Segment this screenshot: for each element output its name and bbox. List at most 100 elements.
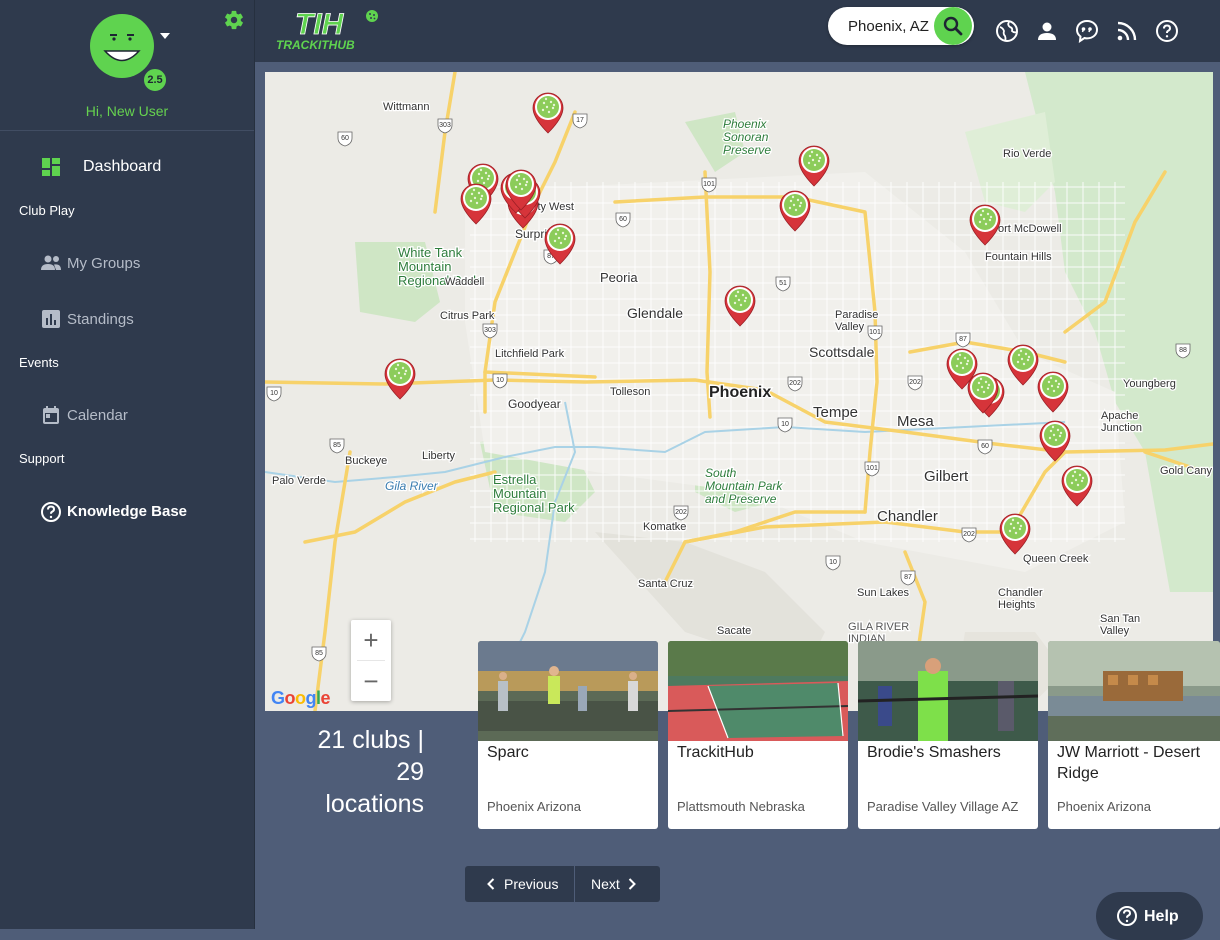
highway-shield: 101 (701, 177, 717, 193)
globe-icon[interactable] (995, 19, 1019, 43)
highway-shield: 87 (900, 570, 916, 586)
map-label-tolleson: Tolleson (610, 386, 650, 398)
highway-shield: 10 (492, 373, 508, 389)
section-heading-events: Events (19, 355, 59, 370)
club-summary: 21 clubs | 29 locations (300, 724, 424, 820)
svg-text:101: 101 (866, 465, 878, 472)
svg-text:303: 303 (484, 327, 496, 334)
rss-icon[interactable] (1115, 19, 1139, 43)
club-name: JW Marriott - Desert Ridge (1057, 744, 1201, 782)
google-logo-letter: e (320, 688, 331, 708)
question-circle-icon (41, 502, 61, 522)
location-search-input[interactable] (848, 16, 938, 36)
svg-text:51: 51 (779, 280, 787, 287)
highway-shield: 88 (1175, 343, 1191, 359)
highway-shield: 10 (825, 555, 841, 571)
help-circle-icon[interactable] (1155, 19, 1179, 43)
sidebar-item-label: My Groups (67, 255, 141, 272)
highway-shield: 202 (907, 375, 923, 391)
svg-text:87: 87 (959, 336, 967, 343)
map-label-litchfield-park: Litchfield Park (495, 348, 565, 360)
logo-wordmark: TRACKITHUB (276, 38, 355, 52)
sidebar-item-label: Knowledge Base (67, 503, 188, 520)
next-label: Next (591, 876, 620, 892)
search-button[interactable] (934, 7, 972, 45)
next-button[interactable]: Next (575, 866, 660, 902)
map-label-phoenix-sonoran: Phoenix Sonoran Preserve (723, 117, 771, 157)
zoom-in-button[interactable]: + (351, 620, 391, 660)
help-label: Help (1144, 908, 1179, 925)
map-label-gold-canyon: Gold Cany (1160, 465, 1212, 477)
sidebar-item-label: Calendar (67, 407, 128, 424)
dashboard-icon (42, 158, 60, 176)
club-photo (1048, 641, 1220, 741)
chevron-right-icon (628, 878, 636, 890)
account-dropdown-caret-icon[interactable] (160, 33, 170, 39)
map-label-sun-lakes: Sun Lakes (857, 587, 909, 599)
map-label-gilbert: Gilbert (924, 468, 969, 485)
highway-shield: 17 (572, 113, 588, 129)
svg-text:10: 10 (496, 377, 504, 384)
club-location: Paradise Valley Village AZ (867, 799, 1019, 814)
google-logo-letter: o (295, 688, 306, 708)
club-map[interactable]: 303 60 17 101 60 87 51 101 87 303 10 10 202 202 88 85 10… (265, 72, 1213, 711)
club-card[interactable]: JW Marriott - Desert Ridge Phoenix Arizo… (1048, 641, 1220, 829)
help-button[interactable]: Help (1096, 892, 1203, 940)
svg-text:87: 87 (904, 574, 912, 581)
svg-text:303: 303 (439, 122, 451, 129)
user-icon[interactable] (1035, 19, 1059, 43)
gear-icon[interactable] (223, 9, 245, 31)
club-card[interactable]: Brodie's Smashers Paradise Valley Villag… (858, 641, 1038, 829)
map-label-palo-verde: Palo Verde (272, 475, 326, 487)
map-label-goodyear: Goodyear (508, 397, 561, 411)
sidebar-item-standings[interactable]: Standings (0, 309, 254, 331)
sidebar-item-my-groups[interactable]: My Groups (0, 253, 254, 275)
highway-shield: 10 (266, 386, 282, 402)
sidebar-item-calendar[interactable]: Calendar (0, 405, 254, 427)
summary-line-clubs: 21 clubs | (317, 726, 424, 754)
zoom-out-button[interactable]: − (351, 661, 391, 701)
map-label-sacate: Sacate (717, 625, 751, 637)
map-label-waddell: Waddell (445, 276, 484, 288)
previous-label: Previous (504, 876, 559, 892)
club-location: Phoenix Arizona (487, 799, 581, 814)
highway-shield: 60 (977, 439, 993, 455)
sidebar-item-dashboard[interactable]: Dashboard (0, 157, 254, 179)
svg-text:60: 60 (981, 443, 989, 450)
map-label-fort-mcdowell: ort McDowell (998, 223, 1062, 235)
club-card[interactable]: TrackitHub Plattsmouth Nebraska (668, 641, 848, 829)
highway-shield: 85 (329, 438, 345, 454)
map-canvas[interactable]: 303 60 17 101 60 87 51 101 87 303 10 10 202 202 88 85 10… (265, 72, 1213, 711)
previous-button[interactable]: Previous (465, 866, 574, 902)
svg-text:85: 85 (333, 442, 341, 449)
club-name: Brodie's Smashers (867, 744, 1001, 761)
highway-shield: 87 (955, 332, 971, 348)
highway-shield: 303 (437, 118, 453, 134)
club-card[interactable]: Sparc Phoenix Arizona (478, 641, 658, 829)
summary-line-count: 29 (396, 758, 424, 786)
bar-chart-icon (42, 310, 60, 328)
highway-shield: 202 (961, 527, 977, 543)
map-label-queen-creek: Queen Creek (1023, 553, 1089, 565)
svg-text:202: 202 (675, 509, 687, 516)
map-label-fountain-hills: Fountain Hills (985, 251, 1052, 263)
chat-quote-icon[interactable] (1075, 19, 1099, 43)
svg-text:202: 202 (963, 531, 975, 538)
google-logo-letter: g (305, 688, 317, 708)
section-heading-support: Support (19, 451, 65, 466)
map-label-komatke: Komatke (643, 521, 686, 533)
sidebar-item-label: Dashboard (83, 158, 162, 175)
svg-text:60: 60 (341, 135, 349, 142)
map-label-glendale: Glendale (627, 305, 683, 321)
club-location: Phoenix Arizona (1057, 799, 1151, 814)
map-label-sun-city-west: ity West (535, 201, 574, 213)
user-avatar[interactable] (90, 14, 154, 78)
calendar-icon (43, 406, 59, 424)
summary-line-locations: locations (325, 790, 424, 818)
trackithub-logo[interactable]: TIH TRACKITHUB (275, 6, 385, 52)
map-zoom-control: + − (351, 620, 391, 701)
sidebar-item-knowledge-base[interactable]: Knowledge Base (0, 501, 254, 523)
club-name: Sparc (487, 744, 529, 761)
google-attribution-logo[interactable]: Google (271, 688, 331, 709)
highway-shield: 101 (864, 461, 880, 477)
